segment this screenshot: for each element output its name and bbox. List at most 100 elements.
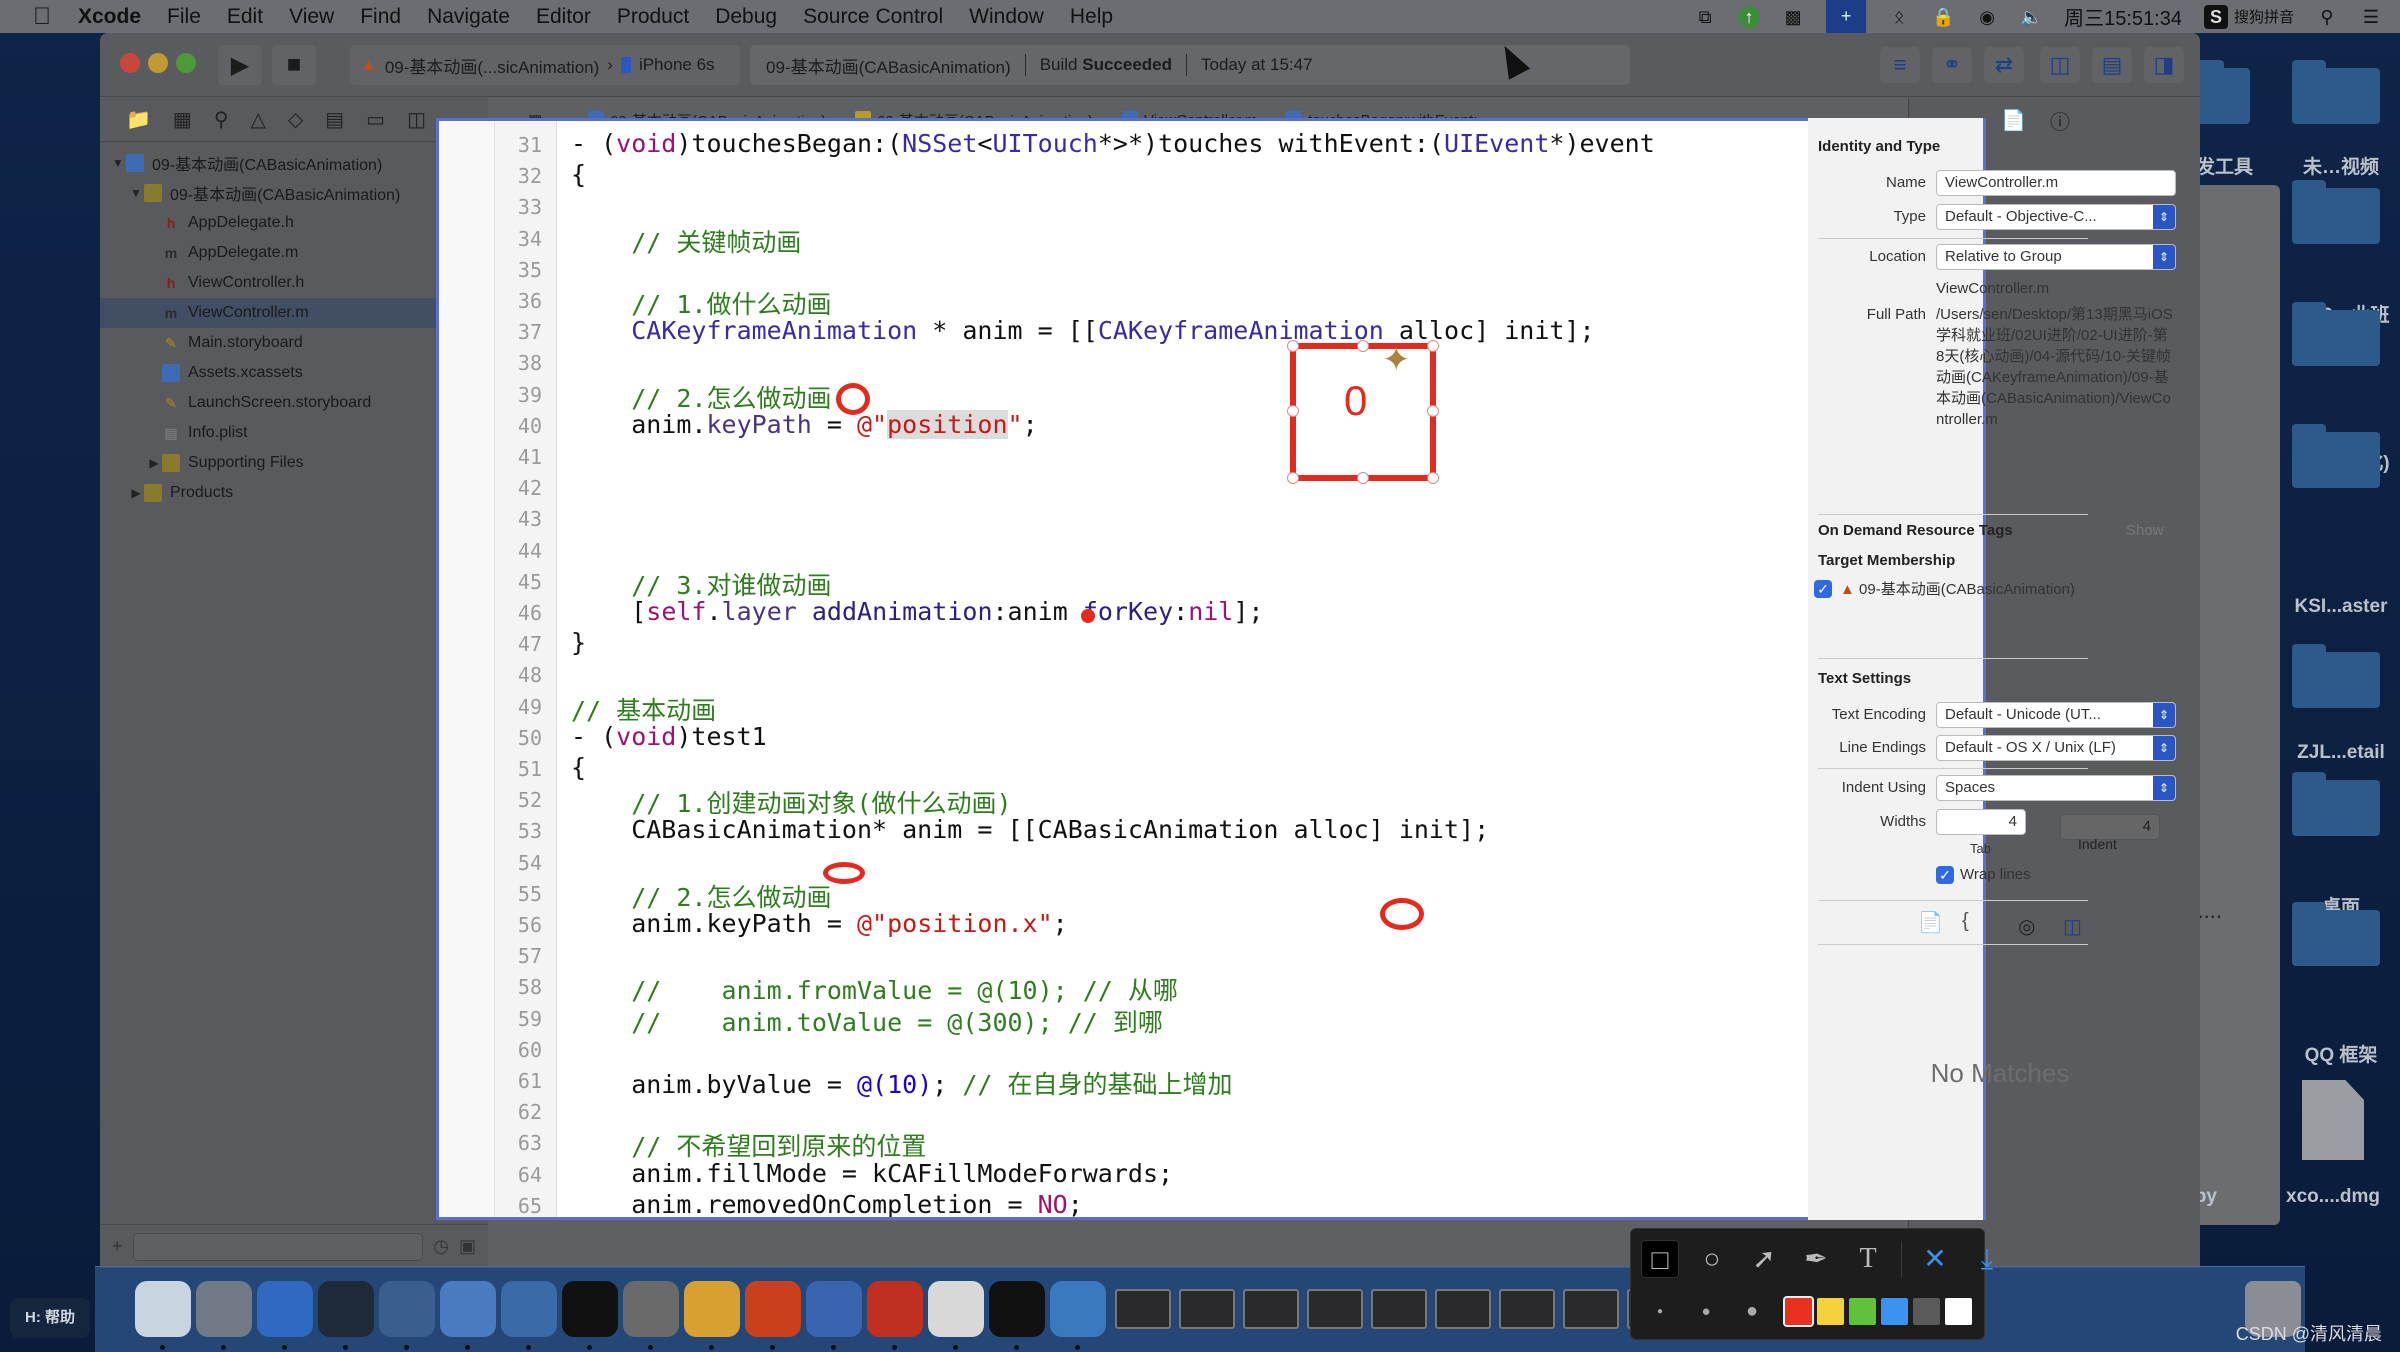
finder-icon[interactable] bbox=[135, 1281, 191, 1337]
brush-size-small[interactable]: ● bbox=[1641, 1306, 1679, 1317]
minimized-window-thumbnail[interactable] bbox=[1563, 1289, 1619, 1329]
brush-tool-icon[interactable]: ✒ bbox=[1797, 1240, 1835, 1278]
report-navigator-tab-icon[interactable]: ◫ bbox=[407, 107, 426, 132]
menu-edit[interactable]: Edit bbox=[227, 5, 263, 29]
resize-handle[interactable] bbox=[1287, 405, 1299, 417]
menu-window[interactable]: Window bbox=[969, 5, 1044, 29]
desktop-item-label[interactable]: xco....dmg bbox=[2268, 1186, 2398, 1208]
menu-help[interactable]: Help bbox=[1070, 5, 1113, 29]
menu-debug[interactable]: Debug bbox=[715, 5, 777, 29]
simulator-icon[interactable] bbox=[501, 1281, 557, 1337]
system-preferences-icon[interactable] bbox=[623, 1281, 679, 1337]
minimized-window-thumbnail[interactable] bbox=[1371, 1289, 1427, 1329]
video-recorder-icon[interactable]: ▩ bbox=[1782, 6, 1804, 28]
color-swatch[interactable] bbox=[1881, 1297, 1908, 1325]
minimize-window-button[interactable] bbox=[148, 53, 168, 73]
source-control-filter-icon[interactable]: ▣ bbox=[459, 1236, 476, 1257]
text-editor-icon[interactable] bbox=[928, 1281, 984, 1337]
indent-using-select[interactable]: Spaces ⇕ bbox=[1936, 775, 2176, 801]
menu-find[interactable]: Find bbox=[360, 5, 401, 29]
menu-source-control[interactable]: Source Control bbox=[803, 5, 943, 29]
test-navigator-tab-icon[interactable]: ◇ bbox=[288, 107, 303, 132]
menu-navigate[interactable]: Navigate bbox=[427, 5, 510, 29]
version-editor-icon[interactable]: ⇄ bbox=[1984, 47, 2024, 83]
launchpad-icon[interactable] bbox=[196, 1281, 252, 1337]
file-template-library-icon[interactable]: 📄 bbox=[1918, 910, 1943, 935]
target-membership-checkbox[interactable]: ✓ bbox=[1814, 580, 1832, 598]
code-line[interactable]: CABasicAnimation* anim = [[CABasicAnimat… bbox=[571, 815, 1489, 844]
dmg-file-icon[interactable] bbox=[2302, 1080, 2364, 1160]
menu-file[interactable]: File bbox=[167, 5, 201, 29]
ellipse-tool-icon[interactable]: ○ bbox=[1693, 1240, 1731, 1278]
cancel-icon[interactable]: ✕ bbox=[1916, 1240, 1954, 1278]
code-line[interactable]: { bbox=[571, 160, 586, 189]
color-swatch[interactable] bbox=[1913, 1297, 1940, 1325]
file-tree-item[interactable]: ▼ 09-基本动画(CABasicAnimation) bbox=[100, 178, 488, 208]
annotation-rectangle[interactable]: 0 bbox=[1287, 340, 1439, 484]
file-tree-item[interactable]: ▤ Info.plist bbox=[100, 418, 488, 448]
toggle-utilities-icon[interactable]: ◨ bbox=[2144, 47, 2184, 83]
disclosure-open-icon[interactable]: ▼ bbox=[110, 156, 126, 170]
resize-handle[interactable] bbox=[1287, 340, 1299, 352]
resize-handle[interactable] bbox=[1287, 472, 1299, 484]
clock[interactable]: 周三15:51:34 bbox=[2064, 2, 2182, 31]
code-line[interactable]: } bbox=[571, 628, 586, 657]
photo-app-icon[interactable] bbox=[1050, 1281, 1106, 1337]
debug-navigator-tab-icon[interactable]: ▤ bbox=[325, 107, 344, 132]
code-line[interactable]: anim.removedOnCompletion = NO; bbox=[571, 1190, 1083, 1217]
pages-icon[interactable] bbox=[745, 1281, 801, 1337]
desktop-folder[interactable] bbox=[2292, 180, 2380, 244]
color-swatch[interactable] bbox=[1849, 1297, 1876, 1325]
file-tree-item[interactable]: ▶ Supporting Files bbox=[100, 448, 488, 478]
scheme-selector[interactable]: ▲ 09-基本动画(...sicAnimation) › iPhone 6s bbox=[350, 45, 740, 85]
code-line[interactable]: [self.layer addAnimation:anim forKey:nil… bbox=[571, 597, 1263, 626]
console-icon[interactable] bbox=[989, 1281, 1045, 1337]
code-line[interactable]: // anim.toValue = @(300); // 到哪 bbox=[571, 1003, 1163, 1039]
quicktime-icon[interactable] bbox=[806, 1281, 862, 1337]
type-select[interactable]: Default - Objective-C... ⇕ bbox=[1936, 204, 2176, 230]
desktop-item-label[interactable]: KSI...aster bbox=[2276, 596, 2400, 618]
minimized-window-thumbnail[interactable] bbox=[1435, 1289, 1491, 1329]
quick-help-tab-icon[interactable]: ⓘ bbox=[2050, 106, 2070, 135]
xcode-icon[interactable] bbox=[440, 1281, 496, 1337]
zoom-window-button[interactable] bbox=[176, 53, 196, 73]
brush-size-medium[interactable]: ● bbox=[1687, 1303, 1725, 1320]
screen-capture-icon[interactable]: ⧉ bbox=[1694, 6, 1716, 28]
code-line[interactable]: anim.keyPath = @"position"; bbox=[571, 409, 1038, 439]
code-line[interactable]: anim.keyPath = @"position.x"; bbox=[571, 909, 1068, 938]
network-monitor-icon[interactable]: ↑ bbox=[1738, 5, 1761, 28]
find-navigator-tab-icon[interactable]: ⚲ bbox=[214, 107, 229, 132]
file-tree-item[interactable]: h ViewController.h bbox=[100, 268, 488, 298]
safari-icon[interactable] bbox=[257, 1281, 313, 1337]
disclosure-closed-icon[interactable]: ▶ bbox=[146, 456, 162, 470]
name-field[interactable]: ViewController.m bbox=[1936, 170, 2176, 196]
code-line[interactable]: anim.fillMode = kCAFillModeForwards; bbox=[571, 1159, 1173, 1188]
file-tree-item[interactable]: ▶ Products bbox=[100, 478, 488, 508]
issue-navigator-tab-icon[interactable]: △ bbox=[250, 107, 265, 132]
code-line[interactable]: anim.byValue = @(10); // 在自身的基础上增加 bbox=[571, 1065, 1232, 1101]
file-tree-item[interactable]: ▼ 09-基本动画(CABasicAnimation) bbox=[100, 148, 488, 178]
sketch-icon[interactable] bbox=[684, 1281, 740, 1337]
resize-handle[interactable] bbox=[1357, 472, 1369, 484]
resize-handle[interactable] bbox=[1357, 340, 1369, 352]
line-endings-select[interactable]: Default - OS X / Unix (LF) ⇕ bbox=[1936, 735, 2176, 761]
assistant-editor-icon[interactable]: ⚭ bbox=[1932, 47, 1972, 83]
tab-width-field[interactable]: 4 bbox=[1936, 809, 2026, 835]
file-tree-item[interactable]: h AppDelegate.h bbox=[100, 208, 488, 238]
desktop-folder[interactable] bbox=[2292, 644, 2380, 708]
desktop-folder[interactable] bbox=[2292, 424, 2380, 488]
color-swatch[interactable] bbox=[1783, 1295, 1814, 1327]
wifi-icon[interactable]: ◉ bbox=[1976, 6, 1998, 28]
symbol-navigator-tab-icon[interactable]: ▦ bbox=[173, 107, 192, 132]
desktop-folder[interactable] bbox=[2292, 302, 2380, 366]
file-tree-item[interactable]: Assets.xcassets bbox=[100, 358, 488, 388]
mouse-app-icon[interactable] bbox=[318, 1281, 374, 1337]
stop-button[interactable]: ■ bbox=[272, 45, 316, 85]
file-tree-item[interactable]: ✎ Main.storyboard bbox=[100, 328, 488, 358]
resize-handle[interactable] bbox=[1427, 340, 1439, 352]
file-tree-item[interactable]: ✎ LaunchScreen.storyboard bbox=[100, 388, 488, 418]
disclosure-closed-icon[interactable]: ▶ bbox=[128, 486, 144, 500]
run-button[interactable]: ▶ bbox=[218, 45, 262, 85]
code-line[interactable]: - (void)test1 bbox=[571, 722, 767, 751]
desktop-item-label[interactable]: 未…视频 bbox=[2276, 152, 2400, 179]
